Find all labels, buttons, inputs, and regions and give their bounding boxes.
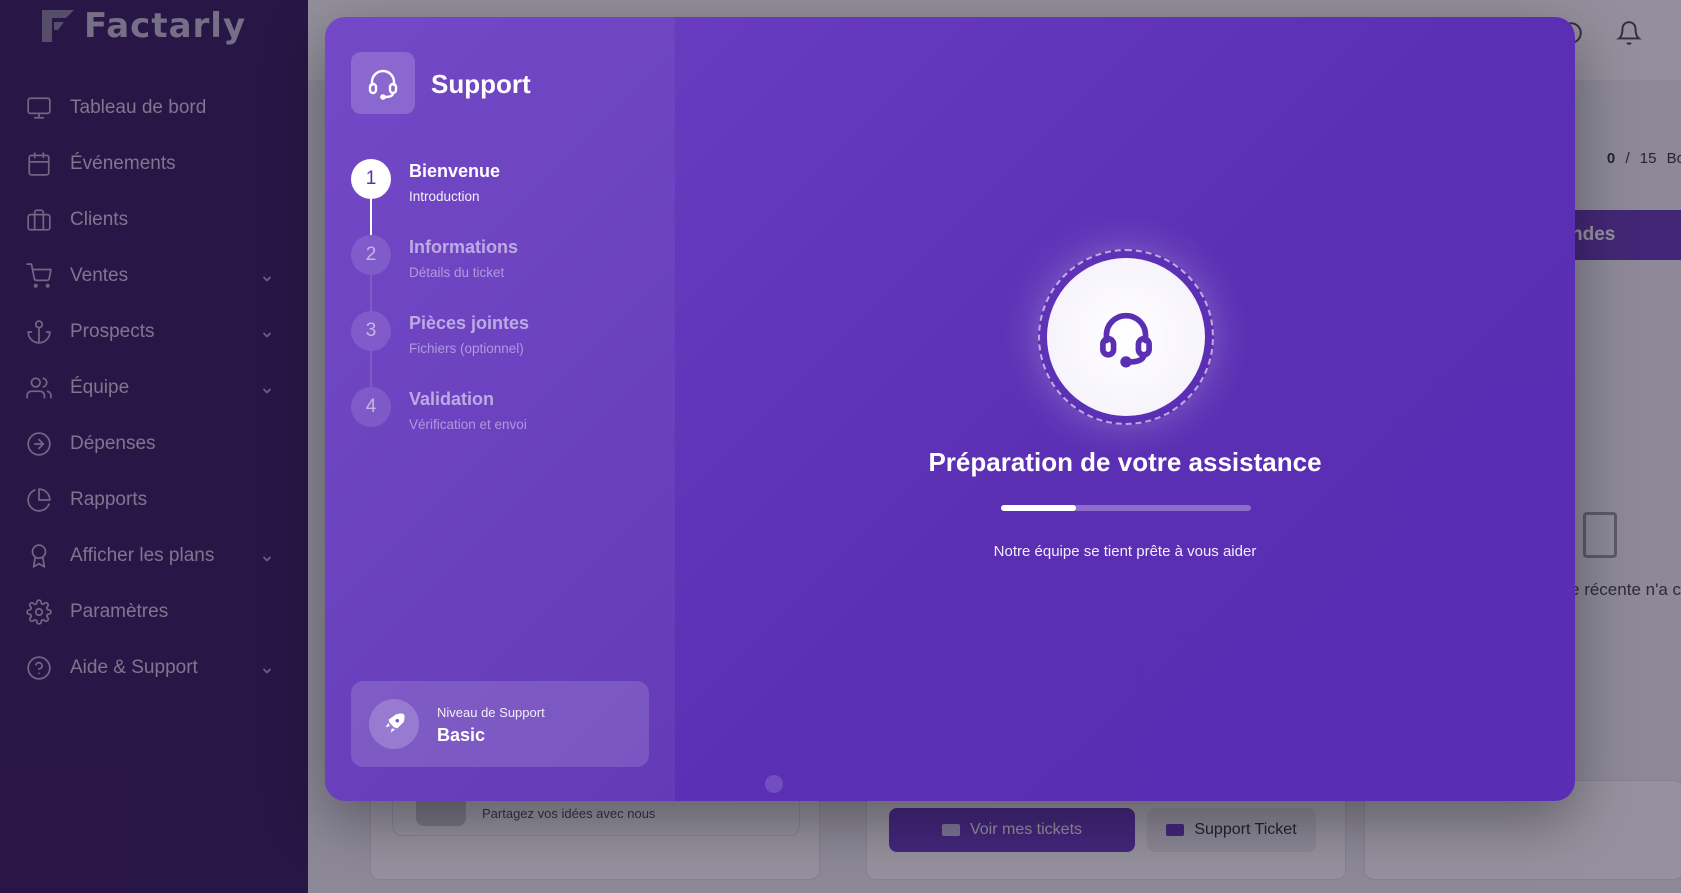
step-connector: [370, 199, 372, 235]
step-number: 4: [351, 387, 391, 427]
support-logo: [351, 52, 415, 114]
hero-subtitle: Notre équipe se tient prête à vous aider: [993, 543, 1257, 560]
step-subtitle: Détails du ticket: [409, 265, 505, 280]
step-number: 1: [351, 159, 391, 199]
support-level-value: Basic: [437, 725, 486, 745]
headset-icon: [368, 69, 398, 100]
step-subtitle: Introduction: [409, 189, 480, 204]
modal-title: Support: [431, 69, 531, 99]
support-level-card: Niveau de Support Basic: [351, 681, 649, 767]
step-connector: [370, 275, 372, 311]
loading-progress-fill: [1001, 505, 1076, 511]
step-subtitle: Vérification et envoi: [409, 417, 527, 432]
step-connector: [370, 351, 372, 387]
step-title: Informations: [409, 237, 519, 257]
step-number: 2: [351, 235, 391, 275]
step-subtitle: Fichiers (optionnel): [409, 341, 524, 356]
step-number: 3: [351, 311, 391, 351]
support-modal: Support 1 Bienvenue Introduction 2 Infor…: [325, 17, 1575, 801]
rocket-icon: [369, 699, 419, 749]
headset-icon: [1100, 312, 1152, 368]
support-level-label: Niveau de Support: [437, 705, 545, 720]
decorative-dot: [765, 775, 783, 793]
step-title: Validation: [409, 389, 495, 409]
hero-title: Préparation de votre assistance: [928, 447, 1322, 477]
loading-progress-bar: [1001, 505, 1251, 511]
step-title: Bienvenue: [409, 161, 501, 181]
hero-circle: [1047, 258, 1205, 416]
step-title: Pièces jointes: [409, 313, 530, 333]
